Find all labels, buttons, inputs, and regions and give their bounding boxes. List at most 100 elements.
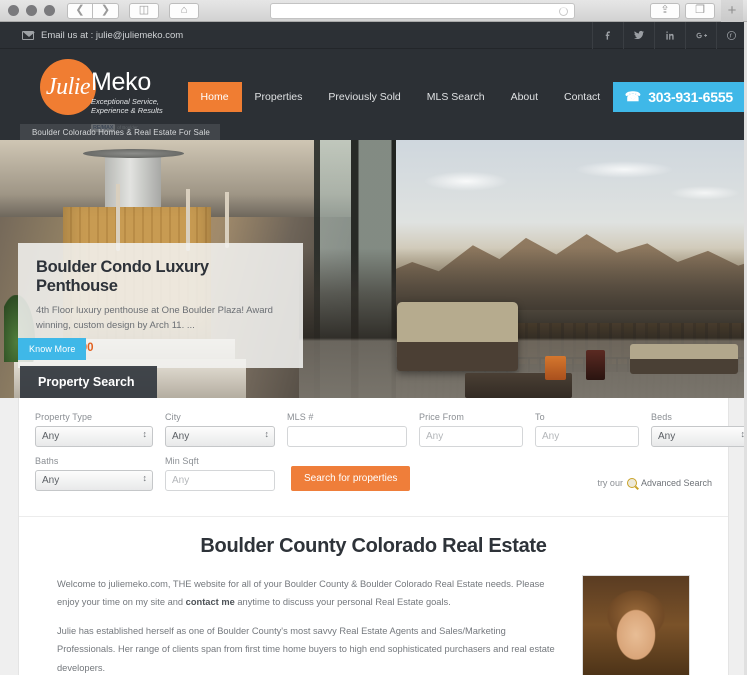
ottoman-decor: [630, 344, 739, 375]
social-links[interactable]: [592, 22, 747, 49]
advanced-search-prefix: try our: [597, 478, 623, 488]
main-navigation[interactable]: Home Properties Previously Sold MLS Sear…: [187, 82, 747, 112]
sidebar-toggle-icon[interactable]: ◫: [129, 2, 159, 19]
nav-item-properties[interactable]: Properties: [242, 82, 316, 112]
hero-banner: Boulder Condo Luxury Penthouse 4th Floor…: [0, 140, 747, 398]
show-tabs-icon[interactable]: ❐: [685, 2, 715, 19]
agent-portrait: [582, 575, 690, 675]
field-baths: Baths Any: [35, 456, 153, 491]
mls-input[interactable]: [287, 426, 407, 447]
field-city: City Any: [165, 412, 275, 447]
field-price-to: To: [535, 412, 639, 447]
intro-text: Welcome to juliemeko.com, THE website fo…: [57, 575, 564, 675]
nav-item-previously-sold[interactable]: Previously Sold: [315, 82, 413, 112]
search-row-secondary: Baths Any Min Sqft Search for properties: [35, 456, 712, 491]
new-tab-button[interactable]: +: [721, 0, 743, 22]
email-contact[interactable]: Email us at : julie@juliemeko.com: [0, 30, 183, 41]
share-icon[interactable]: ⇪: [650, 2, 680, 19]
label-city: City: [165, 412, 181, 422]
field-min-sqft: Min Sqft: [165, 456, 275, 491]
phone-number: 303-931-6555: [648, 89, 733, 105]
hero-listing-description: 4th Floor luxury penthouse at One Boulde…: [36, 305, 273, 331]
pendant-light-decor: [224, 191, 229, 249]
intro-paragraph-2: Julie has established herself as one of …: [57, 626, 555, 673]
baths-select[interactable]: Any: [35, 470, 153, 491]
clouds-decor: [395, 150, 747, 228]
logo-tagline-line2: Experience & Results: [91, 106, 163, 116]
phone-handset-icon: ☎: [625, 89, 642, 104]
know-more-button[interactable]: Know More: [18, 338, 87, 360]
min-sqft-input[interactable]: [165, 470, 275, 491]
advanced-search-link[interactable]: try our Advanced Search: [597, 456, 712, 491]
candle-decor: [545, 356, 567, 381]
label-price-from: Price From: [419, 412, 465, 422]
close-window-button[interactable]: [8, 5, 19, 16]
nav-item-mls-search[interactable]: MLS Search: [414, 82, 498, 112]
utility-bar: Email us at : julie@juliemeko.com: [0, 22, 747, 49]
beds-select-wrap[interactable]: Any: [651, 426, 747, 447]
content-container: Property Type Any City Any: [18, 398, 747, 675]
site-logo[interactable]: Julie Meko Exceptional Service, Experien…: [40, 57, 163, 134]
beds-select[interactable]: Any: [651, 426, 747, 447]
nav-item-about[interactable]: About: [498, 82, 551, 112]
field-price-from: Price From: [419, 412, 523, 447]
website-page: Email us at : julie@juliemeko.com Julie …: [0, 22, 747, 675]
magnifier-icon: [626, 478, 637, 488]
address-bar-container: [199, 2, 645, 19]
advanced-search-label: Advanced Search: [640, 478, 712, 488]
search-properties-button[interactable]: Search for properties: [291, 466, 411, 491]
label-beds: Beds: [651, 412, 672, 422]
candle-decor: [585, 350, 605, 381]
twitter-icon[interactable]: [623, 22, 654, 49]
pinterest-icon[interactable]: [716, 22, 747, 49]
home-icon[interactable]: ⌂: [169, 2, 199, 19]
price-to-input[interactable]: [535, 426, 639, 447]
nav-item-contact[interactable]: Contact: [551, 82, 613, 112]
site-tagline-strip: Boulder Colorado Homes & Real Estate For…: [20, 124, 220, 141]
logo-lastname: Meko: [91, 68, 151, 96]
property-type-select-wrap[interactable]: Any: [35, 426, 153, 447]
forward-chevron-icon[interactable]: ❯: [93, 2, 119, 19]
intro-paragraph-1: Welcome to juliemeko.com, THE website fo…: [57, 575, 564, 611]
navigation-buttons[interactable]: ❮ ❯: [67, 2, 119, 19]
facebook-icon[interactable]: [592, 22, 623, 49]
envelope-icon: [22, 30, 35, 40]
page-title: Boulder County Colorado Real Estate: [200, 535, 547, 557]
linkedin-icon[interactable]: [654, 22, 685, 49]
nav-item-home[interactable]: Home: [187, 82, 242, 112]
field-property-type: Property Type Any: [35, 412, 153, 447]
main-content: Boulder County Colorado Real Estate Welc…: [19, 517, 728, 675]
field-beds: Beds Any: [651, 412, 747, 447]
label-price-to: To: [535, 412, 545, 422]
label-mls: MLS #: [287, 412, 314, 422]
header-phone[interactable]: ☎ 303-931-6555: [613, 82, 747, 112]
browser-toolbar: ❮ ❯ ◫ ⌂ ⇪ ❐ +: [0, 0, 747, 22]
property-search-form[interactable]: Property Type Any City Any: [19, 398, 747, 517]
email-text: Email us at : julie@juliemeko.com: [41, 29, 184, 41]
loading-spinner-icon[interactable]: [558, 6, 568, 16]
price-from-input[interactable]: [419, 426, 523, 447]
property-search-tab[interactable]: Property Search: [20, 366, 157, 398]
intro-paragraph-1-text: Welcome to juliemeko.com, THE website fo…: [57, 579, 545, 608]
city-select-wrap[interactable]: Any: [165, 426, 275, 447]
site-header: Julie Meko Exceptional Service, Experien…: [0, 49, 747, 141]
maximize-window-button[interactable]: [44, 5, 55, 16]
logo-text-block: Meko Exceptional Service, Experience & R…: [91, 57, 163, 134]
window-controls[interactable]: [0, 5, 55, 16]
address-input[interactable]: [269, 2, 575, 19]
google-plus-icon[interactable]: [685, 22, 716, 49]
search-row-primary: Property Type Any City Any: [35, 412, 747, 447]
chrome-right-buttons: ⇪ ❐ +: [645, 0, 747, 22]
hero-listing-title: Boulder Condo Luxury Penthouse: [36, 258, 209, 295]
hero-patio-photo: [298, 248, 747, 398]
pendant-light-decor: [186, 189, 191, 251]
baths-select-wrap[interactable]: Any: [35, 470, 153, 491]
city-select[interactable]: Any: [165, 426, 275, 447]
back-chevron-icon[interactable]: ❮: [67, 2, 93, 19]
property-type-select[interactable]: Any: [35, 426, 153, 447]
pendant-light-decor: [115, 183, 120, 251]
field-mls: MLS #: [287, 412, 407, 447]
armchair-decor: [397, 302, 519, 372]
intro-section: Welcome to juliemeko.com, THE website fo…: [57, 575, 690, 675]
minimize-window-button[interactable]: [26, 5, 37, 16]
